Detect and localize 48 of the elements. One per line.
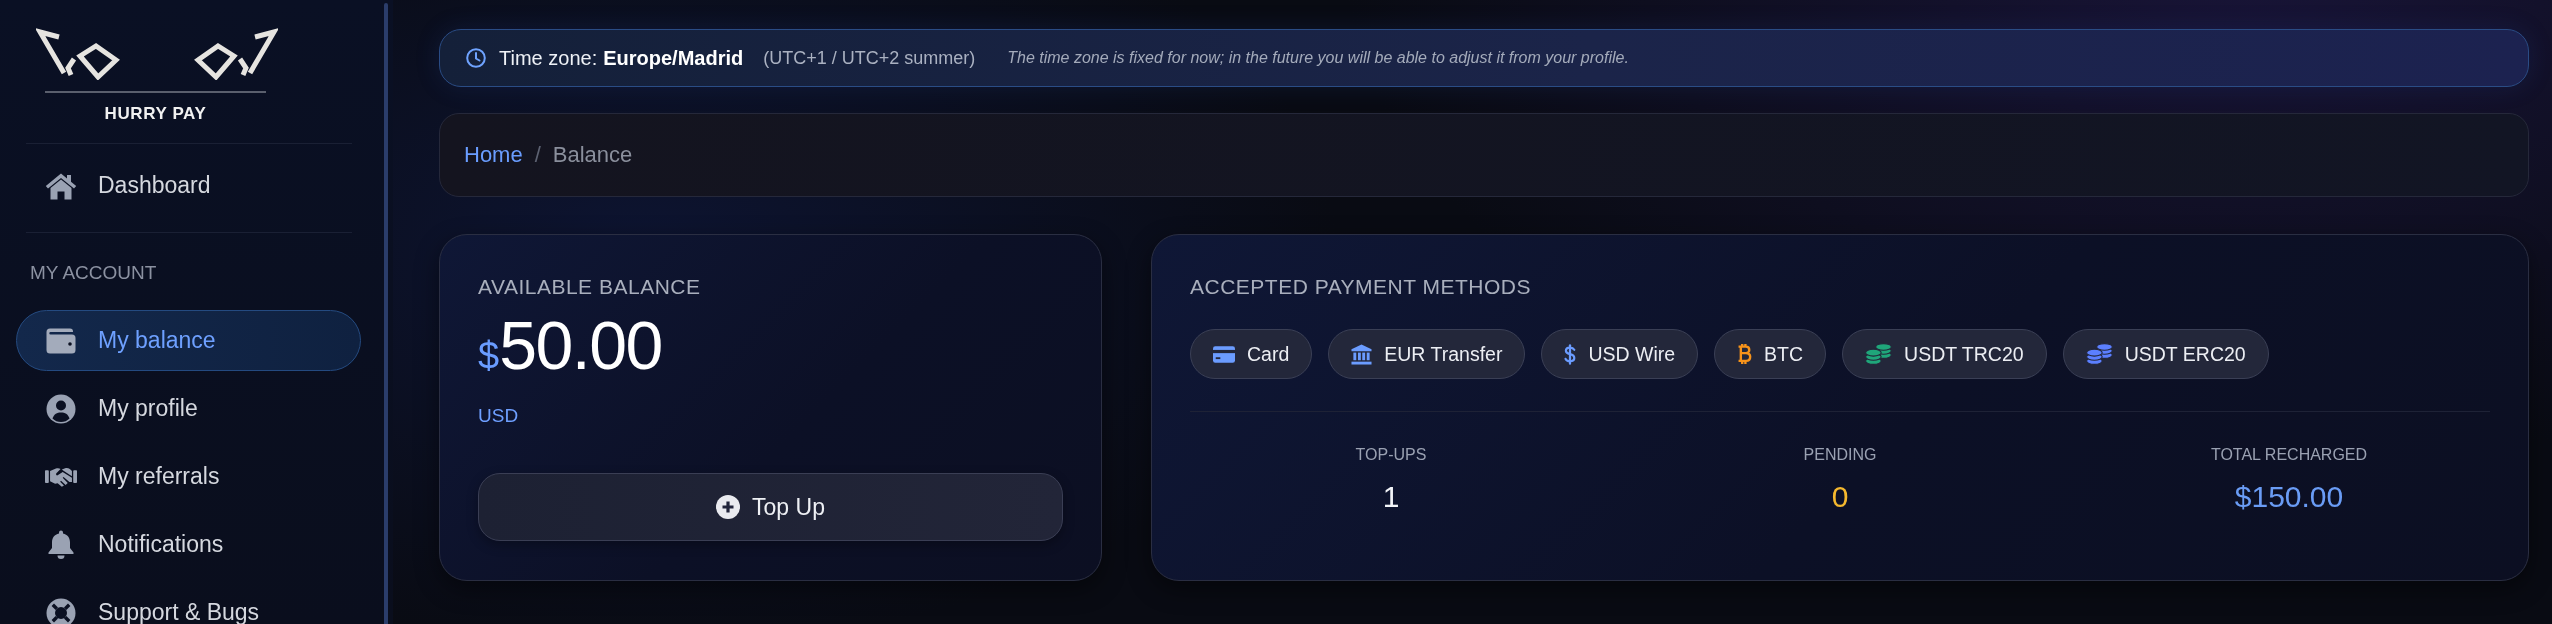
brand-name: HURRY PAY <box>103 104 208 124</box>
plus-circle-icon <box>716 495 741 519</box>
nav-item[interactable]: Support & Bugs <box>16 582 361 624</box>
user-icon <box>46 393 76 424</box>
bell-icon <box>48 529 74 560</box>
stat-label: TOP-UPS <box>1355 445 1427 465</box>
dollar-icon <box>1564 343 1577 365</box>
payment-method-tag: USDT ERC20 <box>2062 329 2269 379</box>
stat-label: TOTAL RECHARGED <box>2210 445 2368 465</box>
currency-symbol: $ <box>478 334 500 379</box>
logo-icon <box>36 28 278 80</box>
stat-label: PENDING <box>1803 445 1877 465</box>
breadcrumb-separator: / <box>534 142 541 168</box>
timezone-label: Time zone: <box>499 46 598 70</box>
bank-icon <box>1351 343 1373 365</box>
breadcrumb-link[interactable]: Home <box>464 142 523 168</box>
stat-value: 0 <box>1831 479 1849 515</box>
nav-item[interactable]: Dashboard <box>16 155 361 216</box>
payment-method-tag: Card <box>1190 329 1313 379</box>
stat-value: $150.00 <box>2234 479 2344 515</box>
wallet-icon <box>46 327 76 354</box>
bitcoin-icon <box>1737 343 1753 365</box>
home-icon <box>45 171 77 200</box>
card-title: ACCEPTED PAYMENT METHODS <box>1190 274 1533 300</box>
breadcrumb-current: Balance <box>552 142 633 168</box>
stat-value: 1 <box>1382 479 1400 515</box>
lifebuoy-icon <box>46 597 76 624</box>
currency-code: USD <box>478 405 520 427</box>
timezone-offset: (UTC+1 / UTC+2 summer) <box>763 47 976 69</box>
payment-method-tag: BTC <box>1714 329 1827 379</box>
timezone-value: Europe/Madrid <box>603 46 744 70</box>
nav-item[interactable]: My referrals <box>16 446 361 507</box>
coins-icon <box>1865 343 1893 365</box>
timezone-note: The time zone is fixed for now; in the future you will be able to adjust it from your profile. <box>1007 49 1629 67</box>
credit-card-icon <box>1213 345 1235 363</box>
scrollbar-thumb[interactable] <box>384 3 388 624</box>
nav-item[interactable]: My profile <box>16 378 361 439</box>
clock-icon <box>466 48 486 68</box>
coins-icon <box>2085 343 2113 365</box>
top-up-button[interactable]: Top Up <box>478 473 1063 541</box>
nav-item[interactable]: My balance <box>16 310 361 371</box>
payment-method-tag: EUR Transfer <box>1328 329 1526 379</box>
payment-method-tag: USD Wire <box>1541 329 1699 379</box>
payment-method-tag: USDT TRC20 <box>1842 329 2047 379</box>
nav-item[interactable]: Notifications <box>16 514 361 575</box>
card-title: AVAILABLE BALANCE <box>478 274 702 300</box>
balance-amount: 50.00 <box>499 311 662 379</box>
section-heading: MY ACCOUNT <box>30 262 158 284</box>
